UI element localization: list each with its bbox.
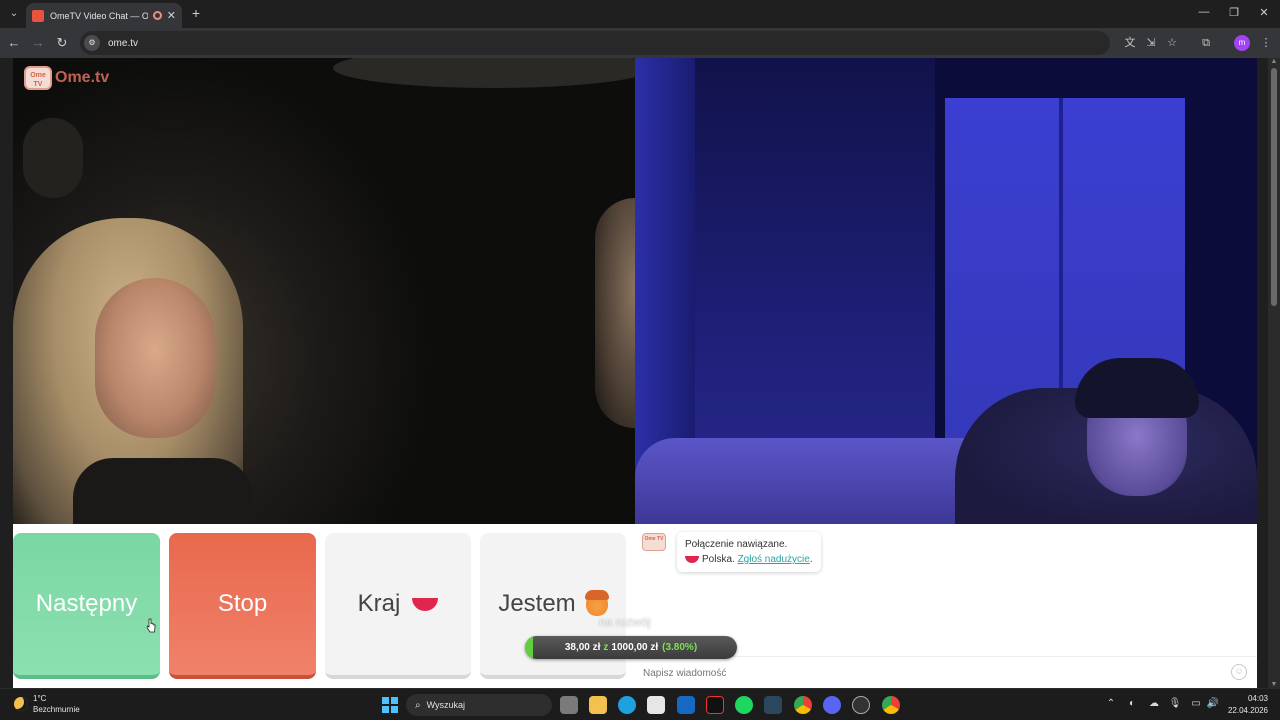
browser-toolbar: ← → ↻ ⚙ ome.tv 文 ⇲ ☆ ⧉ m ⋮ — [0, 28, 1280, 58]
taskbar-search-placeholder: Wyszukaj — [426, 700, 466, 710]
cast-icon[interactable]: ⇲ — [1143, 35, 1159, 51]
tab-title: OmeTV Video Chat — Ome — [50, 10, 148, 21]
donation-current: 38,00 zł — [564, 642, 601, 653]
chatgpt-icon[interactable] — [852, 696, 870, 714]
report-abuse-link[interactable]: Zgłoś nadużycie — [738, 554, 810, 565]
connection-status: Połączenie nawiązane. — [685, 539, 788, 550]
browser-tab[interactable]: OmeTV Video Chat — Ome ✕ — [26, 3, 182, 28]
chat-message-input[interactable] — [643, 665, 1223, 681]
ometv-logo-text: Ome.tv — [55, 69, 110, 86]
ometv-logo-icon: Ome TV — [24, 66, 52, 90]
chat-panel: Ome TV Połączenie nawiązane. Polska. Zgł… — [635, 524, 1257, 688]
headrest-shape — [23, 118, 83, 198]
tray-chevron-up-icon[interactable]: ⌃ — [1104, 698, 1118, 709]
donation-caption: na rozwój — [599, 615, 651, 629]
person-face-shape — [95, 278, 215, 438]
tray-cloud-icon[interactable]: ☁ — [1147, 698, 1161, 709]
country-button-label: Kraj — [357, 590, 401, 617]
discord-icon[interactable] — [823, 696, 841, 714]
chrome-profile-icon[interactable] — [882, 696, 900, 714]
ometv-system-icon: Ome TV — [642, 533, 666, 551]
new-tab-button[interactable]: + — [188, 5, 204, 21]
tray-app-icon[interactable]: ◐ — [1125, 698, 1139, 709]
partner-country: Polska. — [702, 554, 735, 565]
minimize-button[interactable]: — — [1196, 6, 1212, 18]
network-icon[interactable]: ▭ — [1189, 698, 1203, 709]
weather-moon-icon[interactable] — [14, 697, 28, 711]
tab-close-icon[interactable]: ✕ — [167, 9, 176, 22]
start-windows-icon[interactable] — [382, 697, 398, 713]
system-message: Połączenie nawiązane. Polska. Zgłoś nadu… — [677, 532, 821, 572]
bookmark-star-icon[interactable]: ☆ — [1164, 35, 1180, 51]
scroll-up-icon[interactable]: ▲ — [1268, 58, 1280, 65]
next-button-label: Następny — [35, 590, 138, 617]
hand-cursor-icon — [146, 618, 156, 633]
second-person-shape — [595, 198, 635, 428]
taskbar-search[interactable]: ⌕ Wyszukaj — [406, 694, 552, 716]
clock-date[interactable]: 22.04.2026 — [1220, 706, 1268, 715]
microsoft-store-icon[interactable] — [647, 696, 665, 714]
person-shirt-shape — [73, 458, 253, 524]
car-roof-shape — [333, 58, 635, 88]
extensions-puzzle-icon[interactable]: ⧉ — [1198, 35, 1214, 51]
volume-icon[interactable]: 🔊 — [1206, 698, 1220, 709]
donation-of: z — [603, 642, 609, 653]
gender-button-label: Jestem — [498, 590, 576, 617]
steam-icon[interactable] — [764, 696, 782, 714]
obs-recorder-icon[interactable] — [706, 696, 724, 714]
person-headphones-shape — [1075, 358, 1199, 418]
browser-tab-strip: ⌄ OmeTV Video Chat — Ome ✕ + — ❐ ✕ — [0, 0, 1280, 28]
poland-flag-small-icon — [685, 555, 699, 563]
windows-taskbar: 1°C Bezchmurnie ⌕ Wyszukaj ⌃ ◐ ☁ 🎙 ▭ 🔊 0… — [0, 688, 1280, 720]
edge-browser-icon[interactable] — [618, 696, 636, 714]
browser-menu-icon[interactable]: ⋮ — [1258, 35, 1274, 51]
scroll-thumb[interactable] — [1271, 68, 1277, 306]
microphone-icon[interactable]: 🎙 — [1168, 698, 1182, 709]
ometv-favicon-icon — [32, 9, 44, 22]
country-button[interactable]: Kraj — [325, 533, 471, 679]
page-viewport: Ome TV Ome.tv Następny Stop Kraj Jestem … — [13, 58, 1257, 688]
site-info-icon[interactable]: ⚙ — [84, 35, 100, 51]
profile-avatar[interactable]: m — [1234, 35, 1250, 51]
stranger-video: Ome TV Ome.tv — [13, 58, 635, 524]
file-explorer-icon[interactable] — [589, 696, 607, 714]
maximize-button[interactable]: ❐ — [1226, 6, 1242, 19]
close-window-button[interactable]: ✕ — [1256, 6, 1272, 19]
translate-icon[interactable]: 文 — [1122, 35, 1138, 51]
forward-arrow-icon[interactable]: → — [30, 35, 46, 51]
address-bar[interactable]: ⚙ ome.tv — [80, 31, 1110, 55]
poland-flag-icon — [412, 597, 439, 611]
donation-goal: 1000,00 zł — [611, 642, 659, 653]
reload-icon[interactable]: ↻ — [54, 35, 70, 51]
outlook-icon[interactable] — [677, 696, 695, 714]
task-view-icon[interactable] — [560, 696, 578, 714]
scroll-down-icon[interactable]: ▼ — [1268, 681, 1280, 688]
report-link-period: . — [809, 554, 813, 565]
ometv-logo[interactable]: Ome TV Ome.tv — [24, 66, 109, 90]
donation-progress-label: 38,00 zł z 1000,00 zł (3.80%) — [525, 636, 737, 659]
own-webcam-video — [635, 58, 1257, 524]
boy-emoji-icon — [584, 590, 609, 616]
weather-temperature: 1°C — [33, 694, 47, 703]
next-button[interactable]: Następny — [13, 533, 160, 679]
search-icon: ⌕ — [415, 699, 421, 711]
stop-button[interactable]: Stop — [169, 533, 316, 679]
url-text: ome.tv — [108, 37, 139, 49]
clock-time[interactable]: 04:03 — [1232, 694, 1268, 703]
chat-input-bar: ☺ — [635, 656, 1257, 688]
partner-country-line: Polska. Zgłoś nadużycie. — [685, 552, 813, 567]
spotify-icon[interactable] — [735, 696, 753, 714]
page-scrollbar[interactable]: ▲ ▼ — [1268, 58, 1280, 688]
weather-description: Bezchmurnie — [33, 705, 80, 714]
back-arrow-icon[interactable]: ← — [6, 35, 22, 51]
chrome-icon[interactable] — [794, 696, 812, 714]
donation-progress-bar: 38,00 zł z 1000,00 zł (3.80%) — [525, 636, 737, 659]
tab-recording-icon — [152, 11, 162, 20]
tab-search-chevron-icon[interactable]: ⌄ — [6, 6, 22, 22]
stop-button-label: Stop — [217, 590, 268, 617]
emoji-picker-icon[interactable]: ☺ — [1231, 664, 1247, 680]
donation-percent: (3.80%) — [662, 642, 698, 653]
